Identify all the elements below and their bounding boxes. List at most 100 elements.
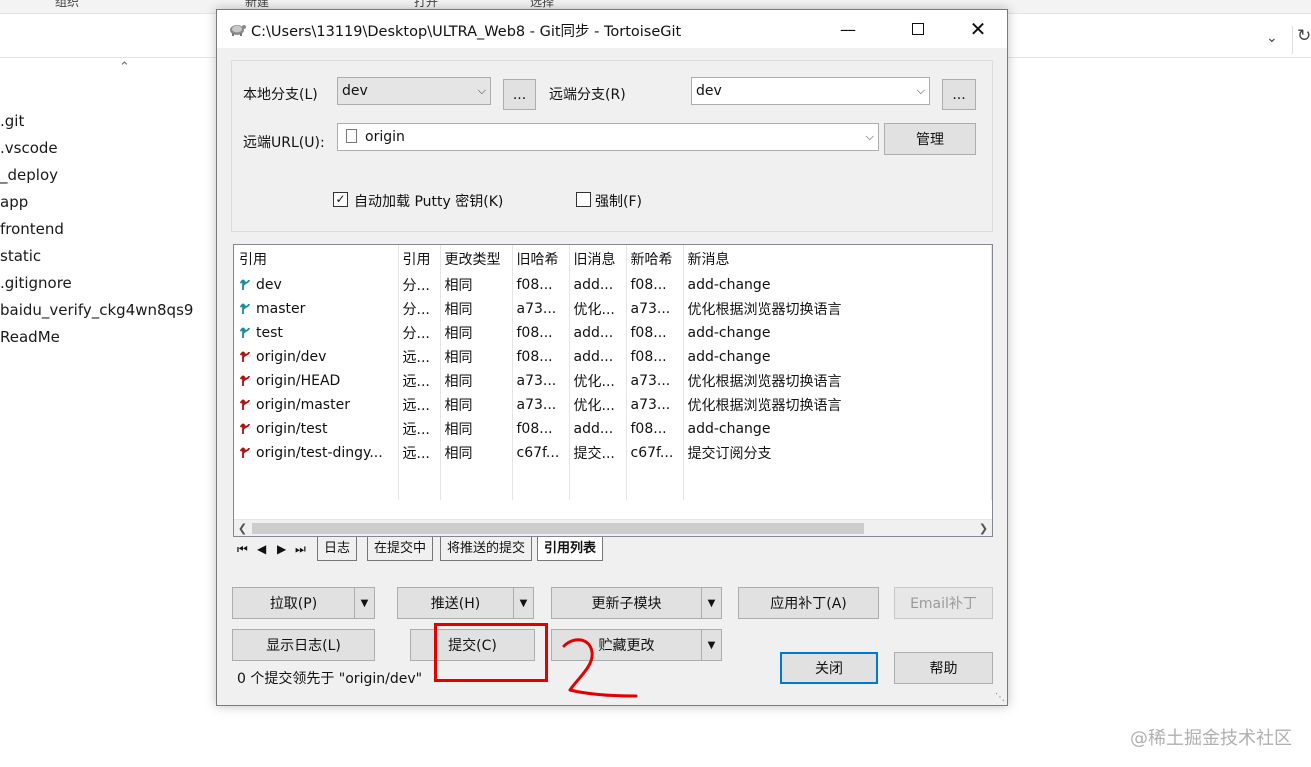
tab-log[interactable]: 日志 xyxy=(317,537,358,561)
ref-name: origin/master xyxy=(256,397,350,413)
annotation-highlight-box xyxy=(434,623,548,682)
ribbon-label-organize[interactable]: 组织 xyxy=(55,0,79,10)
update-submodules-button[interactable]: 更新子模块 ▼ xyxy=(551,587,722,619)
remote-branch-select[interactable]: dev ⌵ xyxy=(691,77,930,105)
tab-in-commits[interactable]: 在提交中 xyxy=(367,537,434,561)
new-message-cell: 优化根据浏览器切换语言 xyxy=(683,393,992,417)
column-header-ref[interactable]: 引用 xyxy=(235,245,399,273)
last-tab-icon[interactable]: ⏭ xyxy=(295,542,306,557)
remote-branch-value: dev xyxy=(696,83,722,99)
column-header-ref-type[interactable]: 引用 xyxy=(398,245,441,273)
table-row[interactable]: origin/test 远... 相同 f08... add... f08...… xyxy=(235,417,992,441)
force-label[interactable]: 强制(F) xyxy=(595,191,642,211)
table-row[interactable]: master 分... 相同 a73... 优化... a73... 优化根据浏… xyxy=(235,297,992,321)
old-message-cell: 优化... xyxy=(569,393,627,417)
tab-ref-list[interactable]: 引用列表 xyxy=(537,537,604,561)
old-message-cell: add... xyxy=(569,321,627,345)
chevron-down-icon: ⌵ xyxy=(916,84,925,97)
file-item[interactable]: frontend xyxy=(0,218,193,245)
table-row[interactable]: dev 分... 相同 f08... add... f08... add-cha… xyxy=(235,273,992,297)
ref-name: master xyxy=(256,301,306,317)
column-header-new-hash[interactable]: 新哈希 xyxy=(626,245,684,273)
pull-button[interactable]: 拉取(P) ▼ xyxy=(232,587,375,619)
column-header-change-type[interactable]: 更改类型 xyxy=(440,245,513,273)
push-button[interactable]: 推送(H) ▼ xyxy=(397,587,534,619)
old-hash-cell: f08... xyxy=(512,273,570,297)
table-row[interactable]: test 分... 相同 f08... add... f08... add-ch… xyxy=(235,321,992,345)
browse-local-branch-button[interactable]: ... xyxy=(503,79,536,110)
apply-patch-button[interactable]: 应用补丁(A) xyxy=(738,587,879,619)
new-message-cell: 优化根据浏览器切换语言 xyxy=(683,369,992,393)
new-message-cell: add-change xyxy=(683,273,992,297)
file-item[interactable]: .vscode xyxy=(0,137,193,164)
remote-branch-icon xyxy=(239,351,250,362)
column-header-old-message[interactable]: 旧消息 xyxy=(569,245,627,273)
title-bar[interactable]: C:\Users\13119\Desktop\ULTRA_Web8 - Git同… xyxy=(217,10,1007,48)
maximize-button[interactable] xyxy=(895,10,941,48)
scroll-right-icon[interactable]: ❯ xyxy=(975,520,992,536)
column-header-new-message[interactable]: 新消息 xyxy=(683,245,992,273)
manage-remotes-button[interactable]: 管理 xyxy=(884,123,976,155)
dropdown-arrow-icon[interactable]: ▼ xyxy=(354,588,374,618)
refs-list-view[interactable]: 引用 引用 更改类型 旧哈希 旧消息 新哈希 新消息 dev 分... 相同 f… xyxy=(233,244,993,537)
sort-caret-icon[interactable]: ⌃ xyxy=(119,60,130,75)
dropdown-arrow-icon[interactable]: ▼ xyxy=(701,588,721,618)
ref-name: origin/dev xyxy=(256,349,327,365)
ref-type-cell: 分... xyxy=(398,297,441,321)
new-hash-cell: a73... xyxy=(626,393,684,417)
help-button[interactable]: 帮助 xyxy=(894,652,993,684)
new-message-cell: 提交订阅分支 xyxy=(683,441,992,465)
new-hash-cell: f08... xyxy=(626,345,684,369)
window-title: C:\Users\13119\Desktop\ULTRA_Web8 - Git同… xyxy=(251,24,682,40)
local-branch-select[interactable]: dev ⌵ xyxy=(337,77,491,105)
dropdown-arrow-icon[interactable]: ▼ xyxy=(513,588,533,618)
file-item[interactable]: _deploy xyxy=(0,164,193,191)
remote-url-select[interactable]: origin ⌵ xyxy=(337,123,879,151)
change-type-cell: 相同 xyxy=(440,441,513,465)
refresh-icon[interactable]: ↻ xyxy=(1292,26,1311,54)
file-item[interactable]: .git xyxy=(0,110,193,137)
close-dialog-button[interactable]: 关闭 xyxy=(780,652,878,684)
ref-name: origin/test xyxy=(256,421,328,437)
dropdown-arrow-icon[interactable]: ▼ xyxy=(701,630,721,660)
first-tab-icon[interactable]: ⏮ xyxy=(237,542,248,557)
close-window-button[interactable]: ✕ xyxy=(955,10,1001,48)
resize-grip-icon[interactable]: ⋱ xyxy=(995,692,1005,703)
browse-remote-branch-button[interactable]: ... xyxy=(942,79,976,110)
autoload-putty-label[interactable]: 自动加载 Putty 密钥(K) xyxy=(354,191,503,211)
table-row[interactable]: origin/HEAD 远... 相同 a73... 优化... a73... … xyxy=(235,369,992,393)
horizontal-scrollbar[interactable]: ❮ ❯ xyxy=(234,519,992,536)
maximize-icon xyxy=(912,23,924,35)
scroll-left-icon[interactable]: ❮ xyxy=(234,520,251,536)
file-item[interactable]: .gitignore xyxy=(0,272,193,299)
scrollbar-thumb[interactable] xyxy=(252,523,864,534)
annotation-number-two xyxy=(562,638,638,698)
new-message-cell: 优化根据浏览器切换语言 xyxy=(683,297,992,321)
remote-url-value: origin xyxy=(365,129,405,145)
ref-type-cell: 远... xyxy=(398,345,441,369)
ref-name: dev xyxy=(256,277,282,293)
ref-type-cell: 远... xyxy=(398,393,441,417)
table-row[interactable]: origin/dev 远... 相同 f08... add... f08... … xyxy=(235,345,992,369)
prev-tab-icon[interactable]: ◀ xyxy=(257,542,266,556)
show-log-button[interactable]: 显示日志(L) xyxy=(232,629,375,661)
next-tab-icon[interactable]: ▶ xyxy=(277,542,286,556)
table-row[interactable]: origin/test-dingy... 远... 相同 c67f... 提交.… xyxy=(235,441,992,465)
chevron-down-icon[interactable]: ⌄ xyxy=(1266,30,1278,46)
file-item[interactable]: static xyxy=(0,245,193,272)
table-row[interactable]: origin/master 远... 相同 a73... 优化... a73..… xyxy=(235,393,992,417)
file-item[interactable]: ReadMe xyxy=(0,326,193,353)
force-checkbox[interactable] xyxy=(576,192,591,207)
local-branch-icon xyxy=(239,327,250,338)
file-item[interactable]: app xyxy=(0,191,193,218)
file-item[interactable]: baidu_verify_ckg4wn8qs9 xyxy=(0,299,193,326)
column-header-old-hash[interactable]: 旧哈希 xyxy=(512,245,570,273)
email-patch-button[interactable]: Email补丁 xyxy=(894,587,993,619)
change-type-cell: 相同 xyxy=(440,321,513,345)
tab-commits-to-push[interactable]: 将推送的提交 xyxy=(440,537,533,561)
autoload-putty-checkbox[interactable]: ✓ xyxy=(333,192,348,207)
remote-url-label: 远端URL(U): xyxy=(243,135,325,151)
remote-branch-icon xyxy=(239,399,250,410)
minimize-button[interactable]: — xyxy=(825,10,871,48)
old-hash-cell: a73... xyxy=(512,369,570,393)
